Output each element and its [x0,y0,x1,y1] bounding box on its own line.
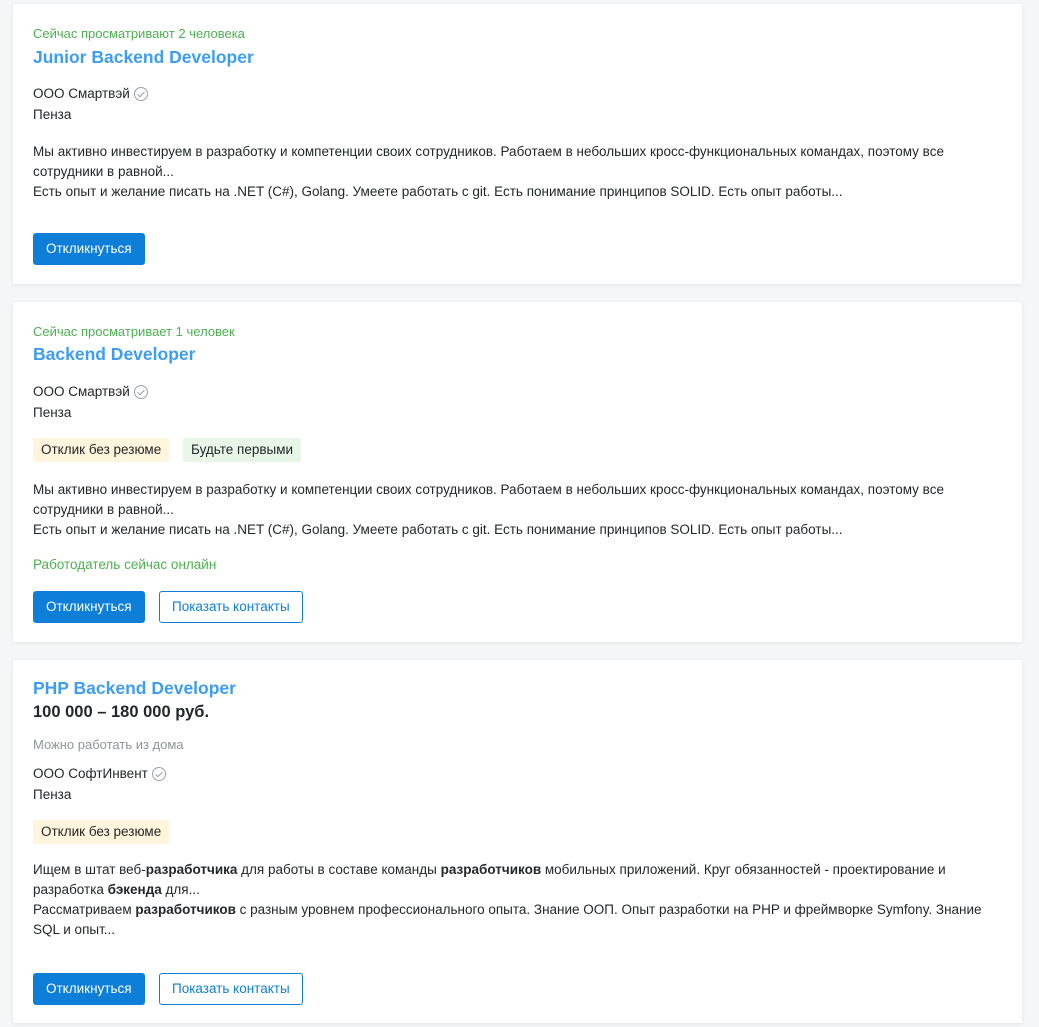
desc-highlight: разработчиков [135,902,236,917]
vacancy-salary: 100 000 – 180 000 руб. [33,703,210,721]
respond-button[interactable]: Откликнуться [33,973,145,1005]
desc-highlight: разработчиков [440,862,542,877]
company-name[interactable]: ООО Смартвэй [33,86,148,101]
vacancy-city: Пенза [33,787,72,802]
respond-button[interactable]: Откликнуться [33,233,145,265]
company-name-text: ООО СофтИнвент [33,766,148,781]
company-name-text: ООО Смартвэй [33,86,130,101]
employer-online-status: Работодатель сейчас онлайн [33,557,217,572]
verified-check-icon [151,767,166,781]
vacancy-title-link[interactable]: Junior Backend Developer [33,47,254,68]
vacancy-description: Мы активно инвестируем в разработку и ко… [33,480,993,540]
desc-highlight: разработчика [145,862,238,877]
vacancy-description: Мы активно инвестируем в разработку и ко… [33,142,993,202]
vacancy-responsibility: Мы активно инвестируем в разработку и ко… [33,144,944,179]
vacancy-responsibility: Ищем в штат веб-разработчика для работы … [33,860,993,900]
viewers-count: Сейчас просматривает 1 человек [33,324,235,339]
vacancy-card: Сейчас просматривает 1 человек Backend D… [13,302,1022,642]
no-resume-badge: Отклик без резюме [33,820,170,844]
vacancy-requirement: Есть опыт и желание писать на .NET (C#),… [33,522,843,537]
vacancy-description: Ищем в штат веб-разработчика для работы … [33,860,993,940]
vacancy-city: Пенза [33,107,72,122]
vacancy-requirement: Рассматриваем разработчиков с разным уро… [33,900,993,940]
verified-check-icon [133,385,148,399]
desc-highlight: бэкенда [107,882,162,897]
no-resume-badge: Отклик без резюме [33,438,170,462]
vacancy-title-link[interactable]: PHP Backend Developer [33,678,236,699]
desc-text: Рассматриваем [33,902,136,917]
desc-text: Ищем в штат веб- [33,862,146,877]
vacancy-requirement: Есть опыт и желание писать на .NET (C#),… [33,184,843,199]
remote-work-note: Можно работать из дома [33,737,184,752]
be-first-badge: Будьте первыми [183,438,302,462]
company-name[interactable]: ООО Смартвэй [33,384,148,399]
desc-text: для... [161,882,200,897]
show-contacts-button[interactable]: Показать контакты [159,591,303,623]
respond-button[interactable]: Откликнуться [33,591,145,623]
show-contacts-button[interactable]: Показать контакты [159,973,303,1005]
company-name-text: ООО Смартвэй [33,384,130,399]
viewers-count: Сейчас просматривают 2 человека [33,26,245,41]
vacancy-card: Сейчас просматривают 2 человека Junior B… [13,4,1022,284]
desc-text: для работы в составе команды [237,862,441,877]
verified-check-icon [133,87,148,101]
vacancy-title-link[interactable]: Backend Developer [33,344,195,365]
vacancy-responsibility: Мы активно инвестируем в разработку и ко… [33,482,944,517]
vacancy-card: PHP Backend Developer 100 000 – 180 000 … [13,660,1022,1023]
company-name[interactable]: ООО СофтИнвент [33,766,166,781]
vacancy-city: Пенза [33,405,72,420]
